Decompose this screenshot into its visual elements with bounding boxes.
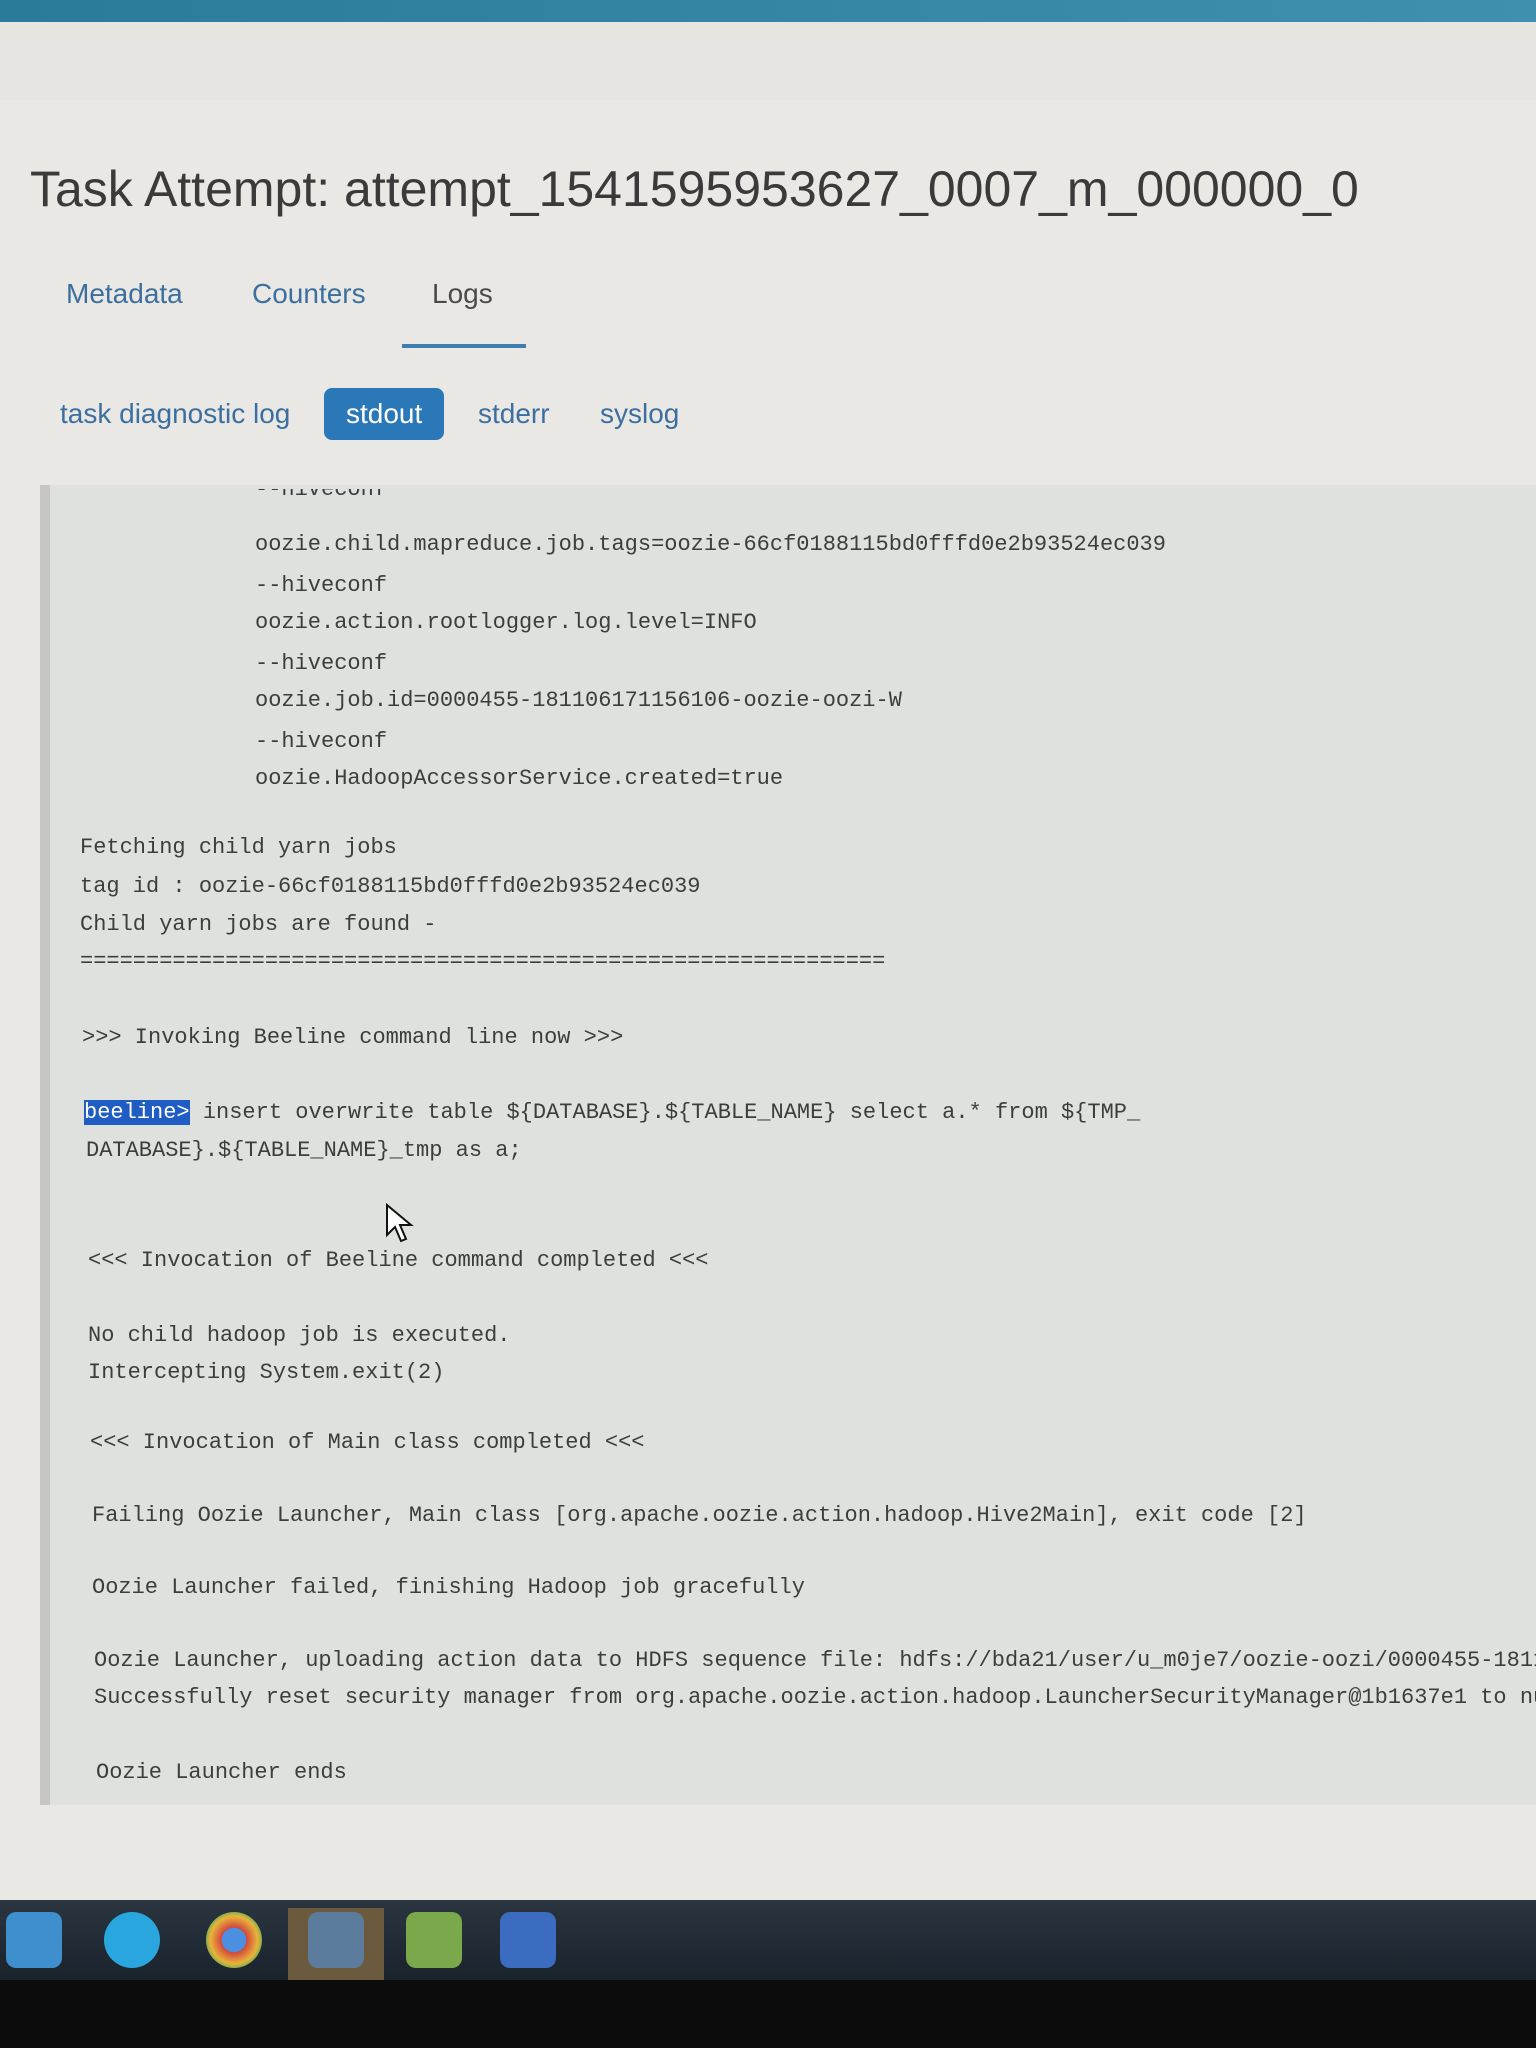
log-line: --hiveconf	[255, 573, 388, 598]
log-line: Fetching child yarn jobs	[80, 835, 397, 860]
log-line: <<< Invocation of Main class completed <…	[90, 1430, 645, 1455]
tab-logs[interactable]: Logs	[432, 278, 493, 310]
mouse-cursor-icon	[386, 1203, 414, 1243]
chrome-icon[interactable]	[206, 1912, 262, 1968]
log-line: Successfully reset security manager from…	[94, 1685, 1536, 1710]
tab-task-diagnostic-log[interactable]: task diagnostic log	[60, 398, 290, 430]
log-line: Oozie Launcher ends	[96, 1760, 347, 1785]
remote-desktop-icon[interactable]	[500, 1912, 556, 1968]
tab-stderr[interactable]: stderr	[478, 398, 550, 430]
browser-top-bar	[0, 0, 1536, 22]
log-line: Failing Oozie Launcher, Main class [org.…	[92, 1503, 1307, 1528]
log-line: >>> Invoking Beeline command line now >>…	[82, 1025, 624, 1050]
page-title: Task Attempt: attempt_1541595953627_0007…	[30, 161, 1359, 217]
log-line: oozie.child.mapreduce.job.tags=oozie-66c…	[255, 532, 1166, 557]
log-line: Intercepting System.exit(2)	[88, 1360, 445, 1385]
tab-metadata[interactable]: Metadata	[66, 278, 183, 310]
tab-syslog[interactable]: syslog	[600, 398, 679, 430]
beeline-prompt[interactable]: beeline>	[84, 1100, 190, 1125]
log-output-panel[interactable]: --hiveconf oozie.child.mapreduce.job.tag…	[40, 485, 1536, 1805]
app-header	[0, 22, 1536, 101]
log-line: --hiveconf	[255, 651, 388, 676]
skype-icon[interactable]	[104, 1912, 160, 1968]
log-line: <<< Invocation of Beeline command comple…	[88, 1248, 709, 1273]
chart-app-icon[interactable]	[406, 1912, 462, 1968]
windows-start-icon[interactable]	[6, 1912, 62, 1968]
active-tab-underline	[402, 344, 526, 348]
log-line: --hiveconf	[255, 729, 388, 754]
log-line: Oozie Launcher failed, finishing Hadoop …	[92, 1575, 805, 1600]
tab-counters[interactable]: Counters	[252, 278, 366, 310]
log-line: oozie.job.id=0000455-181106171156106-ooz…	[255, 688, 902, 713]
tab-stdout[interactable]: stdout	[324, 388, 445, 440]
log-line: DATABASE}.${TABLE_NAME}_tmp as a;	[86, 1138, 522, 1163]
log-line: Oozie Launcher, uploading action data to…	[94, 1648, 1536, 1673]
log-line: oozie.action.rootlogger.log.level=INFO	[255, 610, 757, 635]
log-line: oozie.HadoopAccessorService.created=true	[255, 766, 784, 791]
log-line: beeline> insert overwrite table ${DATABA…	[84, 1100, 1140, 1125]
log-line: Child yarn jobs are found -	[80, 912, 437, 937]
monitor-bezel	[0, 1980, 1536, 2048]
beeline-command: insert overwrite table ${DATABASE}.${TAB…	[189, 1100, 1141, 1125]
log-line: tag id : oozie-66cf0188115bd0fffd0e2b935…	[80, 874, 701, 899]
network-app-icon[interactable]	[308, 1912, 364, 1968]
log-line: No child hadoop job is executed.	[88, 1323, 511, 1348]
log-separator: ========================================…	[80, 949, 886, 974]
